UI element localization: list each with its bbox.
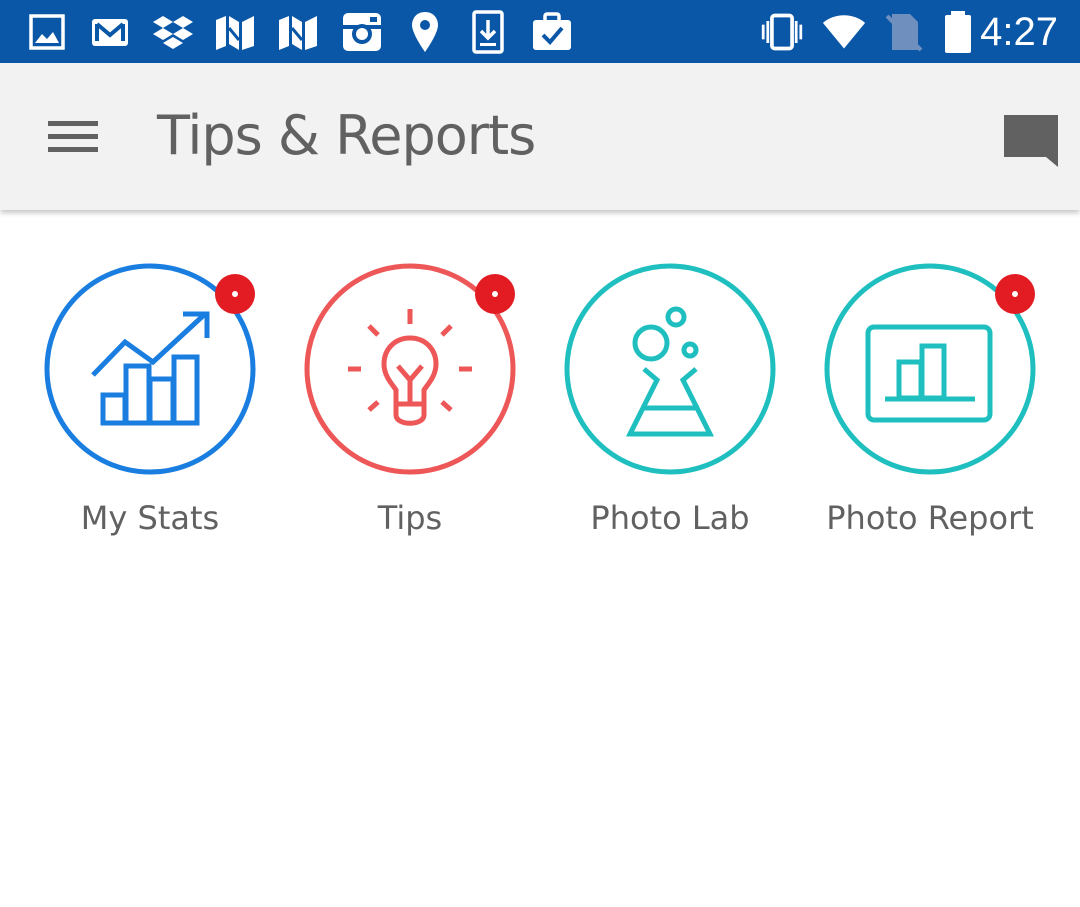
tile-label: Tips	[377, 499, 443, 537]
status-bar: 4:27	[0, 0, 1080, 63]
tile-label: Photo Report	[826, 499, 1034, 537]
download-icon	[472, 10, 504, 54]
briefcase-check-icon	[533, 12, 571, 50]
notification-badge	[475, 274, 515, 314]
toolbar: Tips & Reports	[0, 63, 1080, 210]
clock: 4:27	[980, 10, 1058, 54]
notification-badge	[215, 274, 255, 314]
maps-icon	[216, 16, 254, 50]
vibrate-icon	[761, 13, 803, 51]
notification-badge	[995, 274, 1035, 314]
location-pin-icon	[412, 12, 438, 52]
dropbox-icon	[153, 16, 193, 49]
gallery-icon	[29, 14, 65, 50]
wifi-icon	[822, 15, 866, 49]
tile-tips[interactable]: Tips	[290, 262, 530, 552]
tile-label: Photo Lab	[590, 499, 750, 537]
no-sim-icon	[885, 14, 923, 52]
flask-icon	[564, 263, 776, 475]
instagram-icon	[343, 13, 381, 51]
chat-icon[interactable]	[1000, 111, 1062, 173]
tile-photo-report[interactable]: Photo Report	[810, 262, 1050, 552]
page-title: Tips & Reports	[157, 104, 536, 167]
hamburger-menu-icon[interactable]	[40, 107, 106, 165]
tile-label: My Stats	[80, 499, 220, 537]
battery-icon	[945, 11, 971, 53]
maps-icon	[279, 16, 317, 50]
gmail-icon	[92, 19, 128, 46]
tile-my-stats[interactable]: My Stats	[30, 262, 270, 552]
tile-photo-lab[interactable]: Photo Lab	[550, 262, 790, 552]
